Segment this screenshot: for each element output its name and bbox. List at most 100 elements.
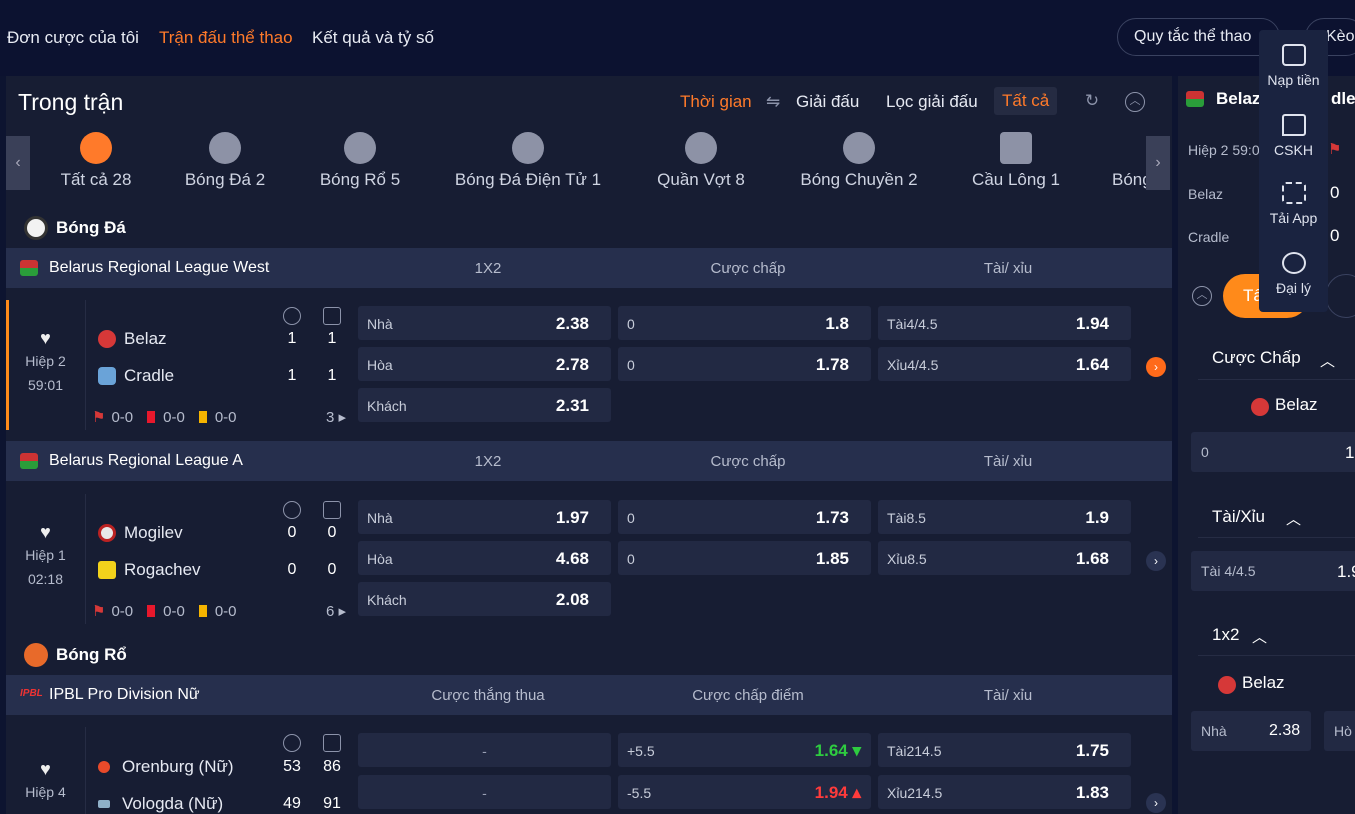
detail-odd-handicap[interactable]: 0 1 xyxy=(1191,432,1355,472)
team-logo-icon xyxy=(1218,676,1236,694)
score-value: 0 xyxy=(287,524,297,541)
odd-handicap-home[interactable]: +5.5 1.64 ▾ xyxy=(618,733,871,767)
odd-draw[interactable]: Hòa 4.68 xyxy=(358,541,611,575)
sport-label: Bóng Đá Điện Tử 1 xyxy=(454,170,602,189)
menu-label: CSKH xyxy=(1274,142,1313,158)
odd-handicap-away[interactable]: 0 1.78 xyxy=(618,347,871,381)
detail-tab-next[interactable] xyxy=(1326,274,1355,318)
favorite-heart-icon[interactable]: ♥ xyxy=(6,328,85,349)
away-team[interactable]: Rogachev xyxy=(98,560,201,580)
tab-results-scores[interactable]: Kết quả và tỷ số xyxy=(312,28,434,48)
odd-moneyline-home[interactable]: - xyxy=(358,733,611,767)
match-detail-arrow-icon[interactable]: › xyxy=(1146,793,1166,813)
odd-under[interactable]: Xỉu8.5 1.68 xyxy=(878,541,1131,575)
odd-away[interactable]: Khách 2.31 xyxy=(358,388,611,422)
favorite-heart-icon[interactable]: ♥ xyxy=(6,759,85,780)
odd-label: -5.5 xyxy=(627,785,652,801)
deposit-button[interactable]: Nạp tiền xyxy=(1259,44,1328,88)
odd-handicap-away[interactable]: 0 1.85 xyxy=(618,541,871,575)
team-logo-icon xyxy=(1251,398,1269,416)
menu-label: Tải App xyxy=(1269,210,1318,226)
scroll-left-arrow[interactable]: ‹ xyxy=(6,136,30,190)
tab-my-bets[interactable]: Đơn cược của tôi xyxy=(7,28,139,48)
odd-home[interactable]: Nhà 1.97 xyxy=(358,500,611,534)
collapse-up-icon[interactable]: ︿ xyxy=(1125,92,1145,112)
tab-sports-matches[interactable]: Trận đấu thể thao xyxy=(159,28,293,48)
odd-handicap-home[interactable]: 0 1.8 xyxy=(618,306,871,340)
detail-section-ou[interactable]: Tài/Xỉu ︿ xyxy=(1198,496,1355,538)
match-detail-arrow-icon[interactable]: › xyxy=(1146,551,1166,571)
corner-flag-icon: ⚑ xyxy=(92,603,106,620)
filter-time[interactable]: Thời gian xyxy=(680,92,752,112)
collapse-up-icon[interactable]: ︿ xyxy=(1192,286,1212,306)
full-score-icon xyxy=(323,307,341,325)
league-name[interactable]: Belarus Regional League A xyxy=(49,452,243,470)
league-name[interactable]: IPBL Pro Division Nữ xyxy=(49,686,200,704)
league-name[interactable]: Belarus Regional League West xyxy=(49,259,269,277)
odd-value: 1.73 xyxy=(815,508,849,527)
sport-badminton[interactable]: Cầu Lông 1 xyxy=(970,132,1062,190)
home-team[interactable]: Mogilev xyxy=(98,523,183,543)
agent-button[interactable]: Đại lý xyxy=(1259,252,1328,296)
sport-volleyball[interactable]: Bóng Chuyền 2 xyxy=(797,132,921,190)
sport-label: Bóng Đá 2 xyxy=(184,170,266,189)
download-app-button[interactable]: Tải App xyxy=(1259,182,1328,226)
odd-under[interactable]: Xỉu4/4.5 1.64 xyxy=(878,347,1131,381)
sport-esoccer[interactable]: Bóng Đá Điện Tử 1 xyxy=(452,132,604,190)
odd-moneyline-away[interactable]: - xyxy=(358,775,611,809)
odd-home[interactable]: Nhà 2.38 xyxy=(358,306,611,340)
odd-under[interactable]: Xỉu214.5 1.83 xyxy=(878,775,1131,809)
home-team[interactable]: Belaz xyxy=(98,329,167,349)
team-name: Mogilev xyxy=(124,523,183,542)
refresh-icon[interactable]: ↻ xyxy=(1082,92,1102,112)
detail-odd-home[interactable]: Nhà 2.38 xyxy=(1191,711,1311,751)
sport-all[interactable]: Tất cả 28 xyxy=(57,132,135,190)
odd-value: 4.68 xyxy=(555,549,589,568)
detail-home-score: 0 xyxy=(1330,183,1340,202)
sport-label: Cầu Lông 1 xyxy=(972,170,1060,189)
favorite-heart-icon[interactable]: ♥ xyxy=(6,522,85,543)
match-stats: ⚑ 0-0 0-0 0-0 xyxy=(92,602,237,621)
more-markets[interactable]: 3 ▸ xyxy=(326,408,346,426)
sport-soccer[interactable]: Bóng Đá 2 xyxy=(182,132,268,190)
odd-over[interactable]: Tài8.5 1.9 xyxy=(878,500,1131,534)
detail-odd-over[interactable]: Tài 4/4.5 1.9 xyxy=(1191,551,1355,591)
main-header: Trong trận Thời gian ⇋ Giải đấu Lọc giải… xyxy=(6,76,1172,126)
odd-label: Khách xyxy=(367,398,407,414)
match-stats: ⚑ 0-0 0-0 0-0 xyxy=(92,408,237,427)
score-value: 86 xyxy=(323,758,341,775)
swap-icon[interactable]: ⇋ xyxy=(766,92,780,112)
match-clock: 02:18 xyxy=(27,571,64,587)
filter-tournament[interactable]: Giải đấu xyxy=(796,92,859,112)
filter-all[interactable]: Tất cả xyxy=(994,87,1058,115)
match-status: ♥ Hiệp 2 59:01 xyxy=(6,300,86,430)
away-team[interactable]: Vologda (Nữ) xyxy=(98,794,223,814)
esoccer-icon xyxy=(512,132,544,164)
match-period: Hiệp 2 xyxy=(25,353,66,369)
sport-tennis[interactable]: Quần Vợt 8 xyxy=(654,132,748,190)
sport-basketball[interactable]: Bóng Rổ 5 xyxy=(317,132,403,190)
more-markets[interactable]: 6 ▸ xyxy=(326,602,346,620)
match-detail-arrow-icon[interactable]: › xyxy=(1146,357,1166,377)
detail-odd-draw[interactable]: Hò xyxy=(1324,711,1355,751)
column-header: Cược chấp xyxy=(710,260,786,277)
away-team[interactable]: Cradle xyxy=(98,366,174,386)
customer-support-button[interactable]: CSKH xyxy=(1259,114,1328,158)
filter-tournament-select[interactable]: Lọc giải đấu xyxy=(886,92,978,112)
odd-handicap-away[interactable]: -5.5 1.94 ▴ xyxy=(618,775,871,809)
odd-handicap-home[interactable]: 0 1.73 xyxy=(618,500,871,534)
odd-away[interactable]: Khách 2.08 xyxy=(358,582,611,616)
odd-value: 1.68 xyxy=(1075,549,1109,568)
odd-label: Tài8.5 xyxy=(887,510,926,526)
scroll-right-arrow[interactable]: › xyxy=(1146,136,1170,190)
home-team[interactable]: Orenburg (Nữ) xyxy=(98,757,234,777)
sports-rules-button[interactable]: Quy tắc thể thao xyxy=(1117,18,1280,56)
sport-label: Tất cả 28 xyxy=(60,170,132,189)
odd-over[interactable]: Tài214.5 1.75 xyxy=(878,733,1131,767)
red-card-icon xyxy=(147,605,156,617)
menu-label: Nạp tiền xyxy=(1267,72,1320,88)
detail-section-1x2[interactable]: 1x2 ︿ xyxy=(1198,614,1355,656)
odd-draw[interactable]: Hòa 2.78 xyxy=(358,347,611,381)
detail-section-handicap[interactable]: Cược Chấp ︿ xyxy=(1198,338,1355,380)
odd-over[interactable]: Tài4/4.5 1.94 xyxy=(878,306,1131,340)
